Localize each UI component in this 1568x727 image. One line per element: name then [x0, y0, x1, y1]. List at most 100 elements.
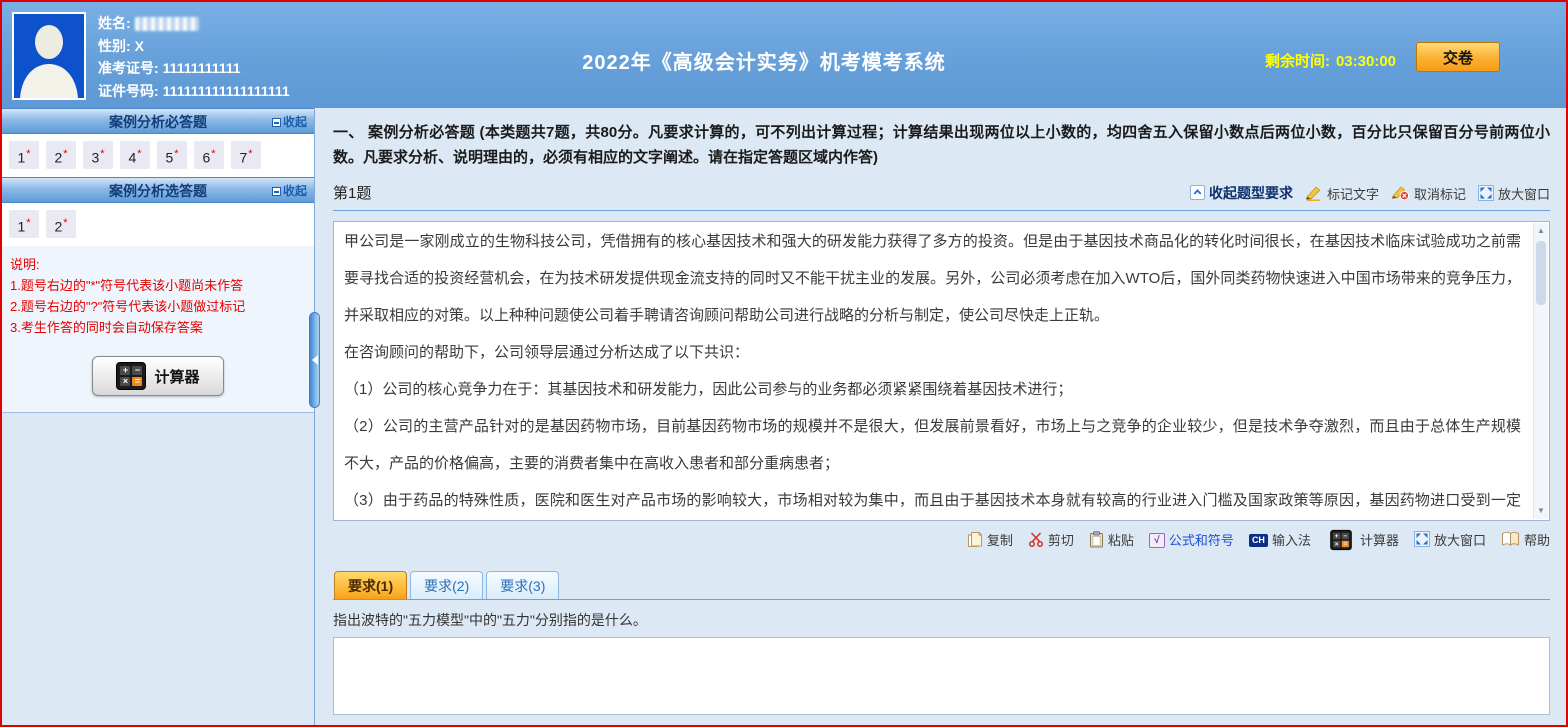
question-num: 1: [17, 149, 26, 166]
input-method-icon: CH: [1248, 531, 1268, 547]
collapse-requirements-button[interactable]: 收起题型要求: [1189, 183, 1293, 203]
question-button-area: 1* 2* 3* 4* 5* 6* 7*: [2, 134, 314, 177]
unanswered-mark: *: [63, 217, 68, 229]
question-num: 1: [17, 218, 26, 235]
scroll-up-icon[interactable]: ▲: [1534, 224, 1548, 238]
toolbar-item-label: 放大窗口: [1433, 532, 1486, 548]
toolbar-item-label: 粘贴: [1107, 532, 1134, 548]
collapse-minus-icon: [271, 118, 281, 127]
tab-requirement-3[interactable]: 要求(3): [486, 571, 560, 599]
question-main-area: 一、 案例分析必答题 (本类题共7题，共80分。凡要求计算的，可不列出计算过程；…: [317, 108, 1566, 725]
enlarge-window-button[interactable]: 放大窗口: [1477, 184, 1550, 203]
question-button[interactable]: 2*: [46, 141, 76, 169]
question-button[interactable]: 6*: [194, 141, 224, 169]
expand-icon: [1413, 531, 1430, 547]
case-passage: 甲公司是一家刚成立的生物科技公司，凭借拥有的核心基因技术和强大的研发能力获得了多…: [333, 221, 1550, 521]
passage-paragraph: 甲公司是一家刚成立的生物科技公司，凭借拥有的核心基因技术和强大的研发能力获得了多…: [344, 233, 1521, 324]
legend-notes-title: 说明:: [10, 257, 40, 272]
requirement-prompt: 指出波特的"五力模型"中的"五力"分别指的是什么。: [333, 612, 647, 628]
question-nav-sidebar: 案例分析必答题 收起 1* 2* 3* 4* 5* 6* 7* 案例分析选答题 收起 1* 2* 说明:…: [2, 108, 320, 725]
cut-button[interactable]: 剪切: [1028, 530, 1074, 549]
gender-label: 性别:: [98, 37, 131, 54]
remaining-time: 剩余时间: 03:30:00: [1265, 50, 1396, 71]
section-header: 案例分析必答题 收起: [2, 108, 314, 134]
question-button[interactable]: 1*: [9, 210, 39, 238]
input-method-button[interactable]: CH 输入法: [1248, 530, 1311, 549]
help-icon: [1501, 531, 1520, 547]
passage-scrollbar[interactable]: ▲ ▼: [1533, 223, 1548, 519]
unanswered-mark: *: [211, 148, 216, 160]
calculator-icon: + − × =: [116, 362, 147, 390]
toolbar-item-label: 公式和符号: [1168, 532, 1234, 548]
calculator-launcher-button[interactable]: + − × = 计算器: [92, 356, 224, 396]
scroll-down-icon[interactable]: ▼: [1534, 504, 1548, 518]
admission-no-label: 准考证号:: [98, 60, 159, 76]
question-number: 第1题: [333, 185, 372, 202]
question-num: 3: [91, 149, 100, 166]
question-num: 2: [54, 218, 63, 235]
question-num: 4: [128, 149, 137, 166]
id-no-label: 证件号码:: [98, 82, 159, 99]
passage-paragraph: （3）由于药品的特殊性质，医院和医生对产品市场的影响较大，市场相对较为集中，而且…: [344, 492, 1521, 509]
collapse-section-link[interactable]: 收起: [271, 178, 307, 204]
mark-text-button[interactable]: 标记文字: [1305, 184, 1379, 203]
requirement-tabs: 要求(1) 要求(2) 要求(3): [333, 571, 1550, 600]
collapse-section-link[interactable]: 收起: [271, 109, 307, 135]
question-button[interactable]: 4*: [120, 141, 150, 169]
collapse-up-icon: [1189, 185, 1205, 201]
section-title: 案例分析选答题: [109, 183, 207, 199]
unanswered-mark: *: [174, 148, 179, 160]
expand-icon: [1477, 185, 1494, 201]
copy-icon: [967, 531, 983, 548]
question-button[interactable]: 2*: [46, 210, 76, 238]
toolbar-item-label: 输入法: [1271, 532, 1311, 548]
question-num: 7: [239, 149, 248, 166]
answer-input[interactable]: [333, 637, 1550, 715]
cancel-mark-button[interactable]: 取消标记: [1391, 184, 1466, 203]
scrollbar-thumb[interactable]: [1536, 241, 1546, 305]
toolbar-item-label: 帮助: [1523, 532, 1550, 548]
unanswered-mark: *: [26, 148, 31, 160]
highlighter-icon: [1305, 185, 1323, 201]
question-button[interactable]: 1*: [9, 141, 39, 169]
page-title: 2022年《高级会计实务》机考模考系统: [582, 52, 946, 74]
cancel-mark-icon: [1391, 185, 1410, 201]
cut-icon: [1028, 531, 1044, 547]
tab-requirement-2[interactable]: 要求(2): [410, 571, 484, 599]
question-nav-panel: 案例分析必答题 收起 1* 2* 3* 4* 5* 6* 7* 案例分析选答题 收起 1* 2* 说明:…: [2, 108, 314, 413]
calculator-icon: + − × =: [1326, 525, 1356, 554]
paste-button[interactable]: 粘贴: [1089, 530, 1134, 549]
calculator-button[interactable]: + − × = 计算器: [1326, 525, 1399, 554]
collapse-label: 收起: [282, 115, 307, 129]
passage-paragraph: 在咨询顾问的帮助下，公司领导层通过分析达成了以下共识：: [344, 344, 750, 361]
toolbar-item-label: 收起题型要求: [1208, 185, 1293, 201]
copy-button[interactable]: 复制: [967, 530, 1013, 549]
passage-paragraph: （2）公司的主营产品针对的是基因药物市场，目前基因药物市场的规模并不是很大，但发…: [344, 418, 1521, 472]
toolbar-item-label: 复制: [986, 532, 1013, 548]
toolbar-item-label: 取消标记: [1413, 186, 1466, 202]
submit-paper-button[interactable]: 交卷: [1416, 42, 1500, 72]
toolbar-item-label: 计算器: [1359, 532, 1399, 548]
question-num: 5: [165, 149, 174, 166]
enlarge-window-button[interactable]: 放大窗口: [1413, 530, 1486, 549]
name-value-redacted: [134, 17, 199, 32]
section-header: 案例分析选答题 收起: [2, 177, 314, 203]
unanswered-mark: *: [137, 148, 142, 160]
question-button[interactable]: 7*: [231, 141, 261, 169]
section-title: 案例分析必答题: [109, 114, 207, 130]
question-button[interactable]: 3*: [83, 141, 113, 169]
legend-note-item: 3.考生作答的同时会自动保存答案: [10, 320, 203, 335]
candidate-info: 姓名: 性别: X 准考证号: 11111111111 证件号码: 111111111…: [98, 12, 294, 102]
unanswered-mark: *: [100, 148, 105, 160]
question-num: 6: [202, 149, 211, 166]
formula-symbols-button[interactable]: √ 公式和符号: [1148, 530, 1234, 549]
unanswered-mark: *: [63, 148, 68, 160]
passage-paragraph: （1）公司的核心竞争力在于：其基因技术和研发能力，因此公司参与的业务都必须紧紧围…: [344, 381, 1073, 398]
name-label: 姓名:: [98, 15, 131, 31]
tab-requirement-1[interactable]: 要求(1): [334, 571, 408, 599]
toolbar-item-label: 标记文字: [1326, 186, 1379, 202]
help-button[interactable]: 帮助: [1501, 530, 1550, 549]
question-button[interactable]: 5*: [157, 141, 187, 169]
candidate-photo: [12, 12, 86, 100]
paste-icon: [1089, 530, 1104, 548]
